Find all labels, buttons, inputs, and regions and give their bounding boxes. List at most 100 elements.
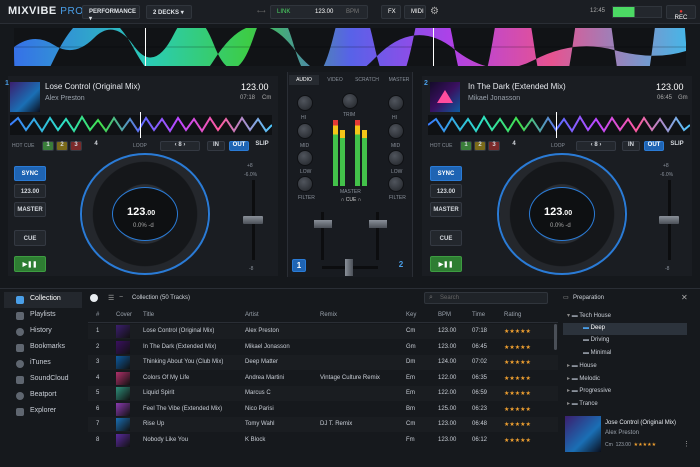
table-row[interactable]: 3 Thinking About You (Club Mix) Deep Matte… (88, 355, 558, 370)
sidebar-item-explorer[interactable]: Explorer (4, 404, 82, 420)
hotcue-2[interactable]: 2 (474, 141, 486, 151)
sidebar-item-soundcloud[interactable]: SoundCloud (4, 372, 82, 388)
tab-scratch[interactable]: SCRATCH (350, 77, 384, 83)
tree-item[interactable]: ▸ ▬ Melodic (563, 373, 687, 385)
hi-knob-2[interactable] (388, 123, 404, 139)
play-pause-button[interactable]: ▶❚❚ (430, 256, 462, 272)
cue-button[interactable]: CUE (430, 230, 462, 246)
slip-button[interactable]: SLIP (253, 141, 271, 151)
table-scrollbar[interactable] (554, 324, 557, 350)
more-icon[interactable]: ⋮ (683, 440, 690, 448)
table-row[interactable]: 1 Lose Control (Original Mix) Alex Preston… (88, 324, 558, 339)
loop-in-button[interactable]: IN (622, 141, 640, 151)
slip-button[interactable]: SLIP (668, 141, 686, 151)
table-row[interactable]: 5 Liquid Spirit Marcus C Em 122.00 06:59 ★★★★★ (88, 386, 558, 401)
table-row[interactable]: 7 Rise Up Tomy Wahl DJ T. Remix Cm 123.00 06:4… (88, 417, 558, 432)
tree-item[interactable]: ▸ ▬ House (563, 360, 687, 372)
fx-button[interactable]: FX (381, 5, 401, 19)
channel-fader-2[interactable] (369, 220, 387, 228)
tab-audio[interactable]: AUDIO (289, 75, 319, 85)
sidebar-item-history[interactable]: History (4, 324, 82, 340)
sidebar-item-itunes[interactable]: iTunes (4, 356, 82, 372)
sync-button[interactable]: SYNC (430, 166, 462, 181)
track-cover (116, 325, 130, 338)
deck-playhead (556, 112, 557, 138)
hotcue-4[interactable]: 4 (90, 141, 102, 151)
tree-item[interactable]: ▬ Driving (563, 335, 687, 347)
track-cover (116, 418, 130, 431)
deck-waveform[interactable] (427, 115, 691, 135)
itunes-icon (16, 360, 24, 368)
hi-knob-1[interactable] (297, 123, 313, 139)
channel-1-button[interactable]: 1 (292, 259, 306, 272)
tree-item[interactable]: ▾ ▬ Tech House (563, 310, 687, 322)
tab-video[interactable]: VIDEO (320, 77, 350, 83)
collection-header: Collection (50 Tracks) (132, 295, 191, 301)
low-knob-1[interactable] (297, 176, 313, 192)
sync-button[interactable]: SYNC (14, 166, 46, 181)
play-pause-icon: ▶❚❚ (438, 262, 454, 268)
pitch-fader[interactable] (659, 216, 679, 224)
chevron-down-icon: ▾ (89, 16, 93, 22)
sidebar-item-collection[interactable]: Collection (4, 292, 82, 308)
cue-mix[interactable]: ∩ CUE ∩ (334, 197, 368, 203)
table-row[interactable]: 4 Colors Of My Life Andrea Martini Vintage … (88, 371, 558, 386)
tab-master[interactable]: MASTER (384, 77, 414, 83)
hotcue-1[interactable]: 1 (42, 141, 54, 151)
record-button[interactable]: ● REC (666, 5, 696, 21)
list-view-icon[interactable]: ☰ (108, 294, 114, 302)
decks-dropdown[interactable]: 2 DECKS ▾ (146, 5, 192, 19)
track-cover (116, 371, 130, 385)
crossfader[interactable] (345, 259, 353, 276)
mid-knob-1[interactable] (297, 150, 313, 166)
playhead-deck1 (145, 28, 146, 66)
link-sync-box[interactable]: LINK 123.00 BPM (270, 5, 368, 19)
tree-item[interactable]: ▬ Minimal (563, 348, 687, 360)
tree-item[interactable]: ▸ ▬ Trance (563, 398, 687, 410)
deck-playhead (140, 112, 141, 138)
channel-2-button[interactable]: 2 (394, 259, 408, 272)
deck-bpm: 123.00 (656, 82, 684, 92)
trim-knob[interactable] (342, 93, 358, 109)
playlist-icon (16, 312, 24, 320)
hotcue-2[interactable]: 2 (56, 141, 68, 151)
loop-in-button[interactable]: IN (207, 141, 225, 151)
loop-out-button[interactable]: OUT (229, 141, 249, 151)
table-row[interactable]: 8 Nobody Like You K Block Fm 123.00 06:12 ★★★★… (88, 433, 558, 448)
master-button[interactable]: MASTER (430, 202, 462, 217)
midi-button[interactable]: MIDI (404, 5, 426, 19)
loop-size[interactable]: ‹ 8 › (576, 141, 616, 151)
tree-item[interactable]: ▸ ▬ Progressive (563, 385, 687, 397)
search-input[interactable]: ⌕ Search (424, 292, 548, 304)
sidebar-item-beatport[interactable]: Beatport (4, 388, 82, 404)
sidebar-item-playlists[interactable]: Playlists (4, 308, 82, 324)
waveform-overview[interactable] (14, 0, 686, 122)
play-pause-button[interactable]: ▶❚❚ (14, 256, 46, 272)
hotcue-3[interactable]: 3 (70, 141, 82, 151)
mode-dropdown[interactable]: PERFORMANCE ▾ (82, 5, 140, 22)
loop-size[interactable]: ‹ 8 › (160, 141, 200, 151)
mid-knob-2[interactable] (388, 150, 404, 166)
deck-waveform[interactable] (9, 115, 273, 135)
table-row[interactable]: 2 In The Dark (Extended Mix) Mikael Jonass… (88, 340, 558, 355)
hotcue-4[interactable]: 4 (508, 141, 520, 151)
settings-icon[interactable]: ⚙ (430, 6, 439, 17)
playhead-deck2 (433, 28, 434, 66)
table-row[interactable]: 6 Feel The Vibe (Extended Mix) Nico Parisi… (88, 402, 558, 417)
sidebar-item-bookmarks[interactable]: Bookmarks (4, 340, 82, 356)
tree-item[interactable]: ▬ Deep (563, 322, 687, 335)
close-icon[interactable]: ✕ (681, 293, 688, 302)
soundcloud-icon (16, 376, 24, 384)
gain-knob-2[interactable] (388, 95, 404, 111)
hotcue-1[interactable]: 1 (460, 141, 472, 151)
gain-knob-1[interactable] (297, 95, 313, 111)
waveform-overview-svg (14, 0, 686, 122)
master-button[interactable]: MASTER (14, 202, 46, 217)
hotcue-3[interactable]: 3 (488, 141, 500, 151)
loop-out-button[interactable]: OUT (644, 141, 664, 151)
explorer-icon (16, 408, 24, 416)
pitch-fader[interactable] (243, 216, 263, 224)
low-knob-2[interactable] (388, 176, 404, 192)
channel-fader-1[interactable] (314, 220, 332, 228)
cue-button[interactable]: CUE (14, 230, 46, 246)
